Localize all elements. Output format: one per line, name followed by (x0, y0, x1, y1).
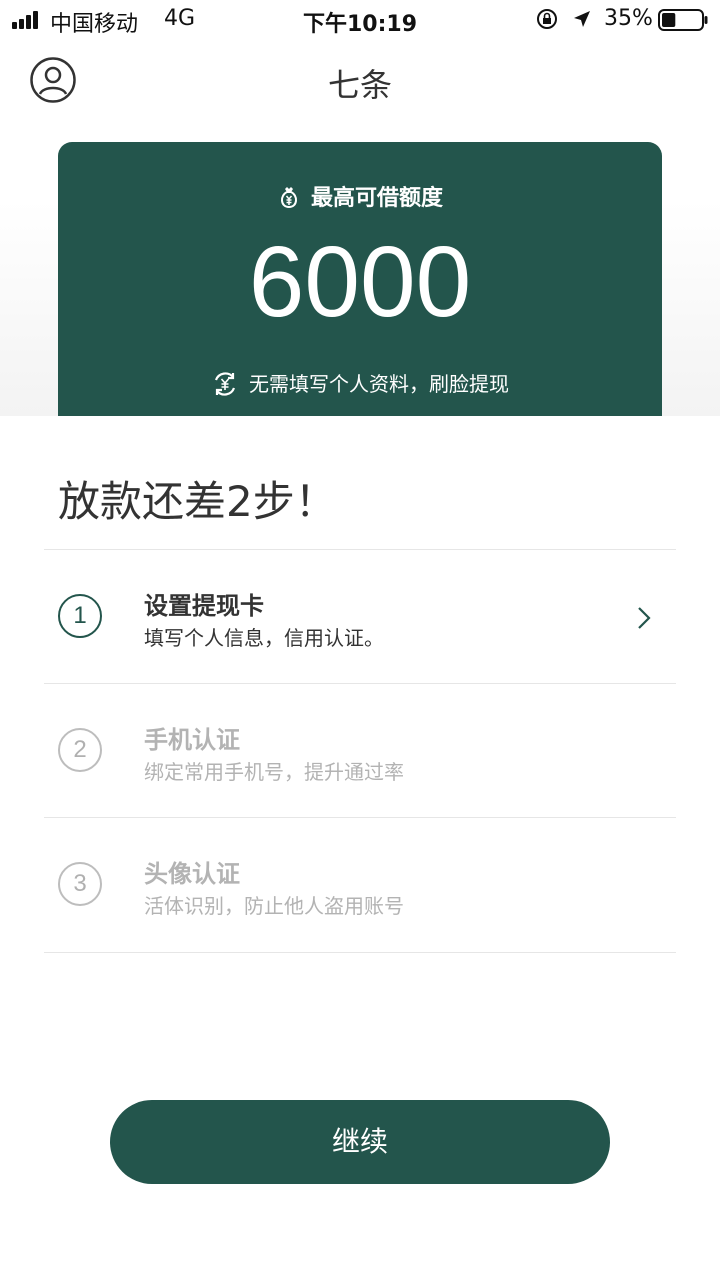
step-number-badge: 3 (58, 862, 102, 906)
step-item-face-verify[interactable]: 3 头像认证 活体识别，防止他人盗用账号 (44, 818, 676, 952)
location-arrow-icon (574, 11, 590, 27)
step-description: 绑定常用手机号，提升通过率 (144, 760, 404, 784)
step-item-bank-card[interactable]: 1 设置提现卡 填写个人信息，信用认证。 (44, 550, 676, 684)
step-description: 填写个人信息，信用认证。 (144, 626, 384, 650)
step-number-badge: 1 (58, 594, 102, 638)
credit-limit-header: 最高可借额度 (58, 180, 662, 212)
steps-heading: 放款还差2步！ (58, 477, 337, 526)
battery-icon (658, 9, 708, 31)
yuan-bag-icon (280, 187, 297, 209)
continue-button[interactable]: 继续 (110, 1100, 610, 1184)
divider (44, 952, 676, 953)
credit-limit-label: 最高可借额度 (310, 186, 443, 211)
credit-limit-note-text: 无需填写个人资料，刷脸提现 (249, 372, 509, 396)
page-title: 七条 (327, 66, 392, 104)
battery-percent: 35% (604, 6, 653, 31)
step-title: 设置提现卡 (144, 592, 264, 620)
steps-panel: 放款还差2步！ 1 设置提现卡 填写个人信息，信用认证。 2 手机认证 绑定常用… (0, 416, 720, 1280)
step-number-badge: 2 (58, 728, 102, 772)
chevron-right-icon (638, 607, 651, 629)
step-title: 手机认证 (144, 726, 240, 754)
credit-limit-card: 最高可借额度 6000 无需填写个人资料，刷脸提现 (58, 142, 662, 432)
status-bar: 中国移动 4G 下午10:19 35% (0, 0, 720, 40)
step-title: 头像认证 (144, 860, 240, 888)
credit-limit-note: 无需填写个人资料，刷脸提现 (58, 368, 662, 400)
step-description: 活体识别，防止他人盗用账号 (144, 894, 404, 918)
credit-limit-amount: 6000 (248, 226, 472, 338)
yuan-refresh-icon (214, 371, 236, 396)
orientation-lock-icon (537, 9, 557, 29)
step-item-phone-verify[interactable]: 2 手机认证 绑定常用手机号，提升通过率 (44, 684, 676, 818)
